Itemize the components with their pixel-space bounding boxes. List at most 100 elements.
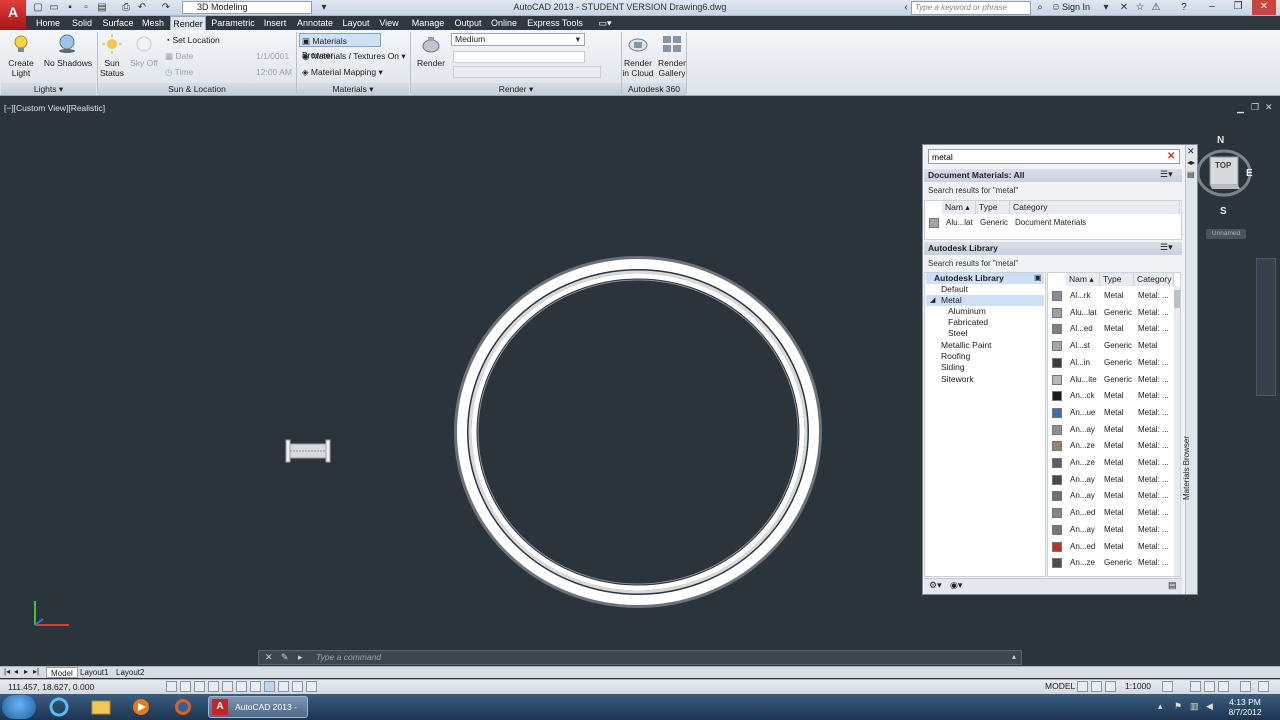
tab-online[interactable]: Online bbox=[488, 16, 520, 30]
tree-item-metallic-paint[interactable]: Metallic Paint bbox=[926, 340, 1044, 351]
model-space-toggle[interactable]: MODEL bbox=[1045, 681, 1075, 691]
table-row[interactable]: An...ay Metal Metal: ... bbox=[1048, 489, 1172, 503]
viewcube[interactable]: N E S TOP Unnamed bbox=[1196, 133, 1256, 243]
plot-icon[interactable]: ⎙ bbox=[120, 2, 132, 13]
doc-col-category[interactable]: Category bbox=[1010, 201, 1180, 214]
command-options-icon[interactable]: ✎ bbox=[281, 652, 289, 663]
layout-tab-layout1[interactable]: Layout1 bbox=[76, 667, 112, 678]
workspace-dropdown[interactable]: 3D Modeling bbox=[182, 1, 312, 14]
tab-express-tools[interactable]: Express Tools bbox=[526, 16, 584, 30]
tab-mesh[interactable]: Mesh bbox=[140, 16, 166, 30]
snap-mode-icon[interactable] bbox=[180, 681, 191, 692]
lib-col-type[interactable]: Type bbox=[1100, 273, 1134, 286]
no-shadows-button[interactable]: No Shadows bbox=[42, 58, 94, 68]
material-mapping-dropdown[interactable]: ◈ Material Mapping ▾ bbox=[302, 65, 383, 79]
spool-model[interactable] bbox=[284, 437, 332, 465]
isolate-objects-icon[interactable] bbox=[1240, 681, 1251, 692]
table-row[interactable]: An...ze Metal Metal: ... bbox=[1048, 456, 1172, 470]
help-search-input[interactable]: Type a keyword or phrase bbox=[911, 1, 1031, 15]
document-materials-header[interactable]: Document Materials: All bbox=[924, 169, 1182, 182]
table-row[interactable]: An...ed Metal Metal: ... bbox=[1048, 506, 1172, 520]
tree-item-siding[interactable]: Siding bbox=[926, 362, 1044, 373]
tree-item-fabricated[interactable]: Fabricated bbox=[926, 317, 1044, 328]
palette-autohide-icon[interactable]: ◂▸ bbox=[1187, 158, 1195, 167]
minimize-ribbon-icon[interactable]: ▭▾ bbox=[596, 16, 614, 30]
tree-item-autodesk-library[interactable]: Autodesk Library bbox=[926, 273, 1044, 284]
object-snap-tracking-icon[interactable] bbox=[264, 681, 275, 692]
tab-view[interactable]: View bbox=[376, 16, 402, 30]
library-view-icon[interactable]: ☰▾ bbox=[1160, 242, 1173, 253]
doc-row-name[interactable]: Alu...lat bbox=[946, 216, 976, 229]
table-row[interactable]: Alu...lat Generic Metal: ... bbox=[1048, 306, 1172, 320]
last-tab-arrow-icon[interactable]: ▸| bbox=[33, 667, 39, 676]
viewport-restore-icon[interactable]: ❐ bbox=[1251, 102, 1259, 113]
tray-expand-icon[interactable]: ▴ bbox=[1158, 701, 1168, 711]
table-row[interactable]: An...ay Metal Metal: ... bbox=[1048, 423, 1172, 437]
next-tab-arrow-icon[interactable]: ▸ bbox=[24, 667, 28, 676]
tab-annotate[interactable]: Annotate bbox=[294, 16, 336, 30]
table-row[interactable]: An...ue Metal Metal: ... bbox=[1048, 406, 1172, 420]
file-explorer-icon[interactable] bbox=[84, 696, 118, 718]
tab-home[interactable]: Home bbox=[33, 16, 63, 30]
annotation-scale-dropdown[interactable]: 1:1000 bbox=[1125, 681, 1151, 691]
lock-ui-icon[interactable] bbox=[1204, 681, 1215, 692]
time-slider[interactable]: ◷ Time bbox=[165, 65, 193, 79]
auto-scale-icon[interactable] bbox=[1162, 681, 1173, 692]
help-icon[interactable]: ? bbox=[1178, 2, 1190, 13]
minimize-button[interactable]: – bbox=[1200, 0, 1224, 15]
library-scroll-thumb[interactable] bbox=[1174, 290, 1180, 308]
viewport-minimize-icon[interactable]: ▁ bbox=[1237, 103, 1244, 114]
tab-render[interactable]: Render bbox=[170, 16, 206, 30]
tray-network-icon[interactable]: ▥ bbox=[1190, 701, 1200, 711]
viewport-close-icon[interactable]: ✕ bbox=[1265, 102, 1273, 113]
palette-close-icon[interactable]: ✕ bbox=[1187, 146, 1195, 157]
compass-south[interactable]: S bbox=[1220, 206, 1227, 217]
quick-view-layouts-icon[interactable] bbox=[1077, 681, 1088, 692]
taskbar-clock[interactable]: 4:13 PM 8/7/2012 bbox=[1220, 697, 1270, 717]
layout-tab-model[interactable]: Model bbox=[46, 667, 78, 678]
exchange-icon[interactable]: ✕ bbox=[1118, 2, 1130, 13]
save-as-icon[interactable]: ▫ bbox=[80, 2, 92, 13]
media-player-icon[interactable] bbox=[124, 696, 158, 718]
tray-flag-icon[interactable]: ⚑ bbox=[1174, 701, 1184, 711]
layout-tab-layout2[interactable]: Layout2 bbox=[112, 667, 148, 678]
dynamic-ucs-icon[interactable] bbox=[278, 681, 289, 692]
render-in-cloud-button[interactable]: Render in Cloud bbox=[620, 58, 656, 78]
chevron-down-icon[interactable]: ▾ bbox=[1100, 2, 1112, 13]
sun-status-button[interactable]: Sun Status bbox=[98, 58, 126, 78]
3d-object-snap-icon[interactable] bbox=[250, 681, 261, 692]
materials-panel-title[interactable]: Materials ▾ bbox=[297, 83, 409, 95]
autodesk-library-header[interactable]: Autodesk Library bbox=[924, 242, 1182, 255]
lib-col-name[interactable]: Nam ▴ bbox=[1066, 273, 1100, 286]
restore-button[interactable]: ❐ bbox=[1226, 0, 1250, 15]
compass-north[interactable]: N bbox=[1217, 135, 1224, 146]
table-row[interactable]: An...ay Metal Metal: ... bbox=[1048, 523, 1172, 537]
render-output-size-field[interactable] bbox=[453, 51, 585, 63]
palette-title-strip[interactable] bbox=[1185, 145, 1197, 594]
tree-item-aluminum[interactable]: Aluminum bbox=[926, 306, 1044, 317]
command-input[interactable]: Type a command bbox=[316, 652, 381, 662]
library-scrollbar[interactable] bbox=[1174, 286, 1180, 576]
sign-in-button[interactable]: Sign In bbox=[1062, 2, 1090, 12]
infer-constraints-icon[interactable] bbox=[166, 681, 177, 692]
user-icon[interactable]: ☺ bbox=[1050, 2, 1062, 13]
autodesk-360-panel-title[interactable]: Autodesk 360 bbox=[622, 83, 686, 95]
firefox-icon[interactable] bbox=[166, 696, 200, 718]
subscription-icon[interactable]: ☆ bbox=[1134, 2, 1146, 13]
table-row[interactable]: Al...rk Metal Metal: ... bbox=[1048, 289, 1172, 303]
tab-manage[interactable]: Manage bbox=[408, 16, 448, 30]
open-icon[interactable]: ▭ bbox=[48, 2, 60, 13]
render-panel-title[interactable]: Render ▾ bbox=[411, 83, 621, 95]
lights-panel-title[interactable]: Lights ▾ bbox=[1, 83, 96, 95]
viewport-controls-label[interactable]: [−][Custom View][Realistic] bbox=[4, 103, 105, 113]
materials-search-input[interactable] bbox=[928, 149, 1180, 164]
table-row[interactable]: Al...in Generic Metal: ... bbox=[1048, 356, 1172, 370]
tray-volume-icon[interactable]: ◀ bbox=[1206, 701, 1216, 711]
undo-icon[interactable]: ↶ bbox=[136, 2, 148, 13]
navigation-bar[interactable] bbox=[1256, 258, 1276, 396]
create-light-button[interactable]: Create Light bbox=[4, 58, 38, 78]
quick-view-drawings-icon[interactable] bbox=[1091, 681, 1102, 692]
create-material-icon[interactable]: ◉▾ bbox=[950, 580, 962, 591]
new-icon[interactable]: ▢ bbox=[32, 2, 44, 13]
hardware-acceleration-icon[interactable] bbox=[1218, 681, 1229, 692]
